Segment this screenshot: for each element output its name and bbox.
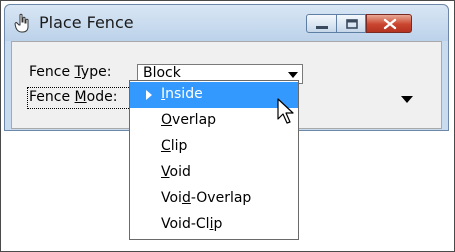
option-overlap[interactable]: Overlap <box>130 108 298 134</box>
maximize-button[interactable] <box>336 14 366 33</box>
minimize-button[interactable] <box>306 14 337 33</box>
chevron-down-icon <box>288 72 298 78</box>
mouse-cursor-icon <box>277 98 294 124</box>
minimize-icon <box>316 26 328 29</box>
hand-pointer-icon <box>14 13 29 33</box>
option-label: Void <box>161 164 191 180</box>
fence-mode-dropdown-list: Inside Overlap Clip Void Void-Overlap Vo… <box>129 80 299 240</box>
option-label: Overlap <box>161 112 217 128</box>
close-button[interactable] <box>366 14 412 33</box>
option-void[interactable]: Void <box>130 160 298 186</box>
fence-mode-label-pre: Fence <box>29 89 75 105</box>
fence-type-label-pre: Fence <box>29 64 75 80</box>
option-void-overlap[interactable]: Void-Overlap <box>130 186 298 212</box>
option-inside[interactable]: Inside <box>130 82 298 108</box>
fence-type-label: Fence Type: <box>29 64 111 80</box>
maximize-icon <box>346 19 358 29</box>
close-icon <box>383 18 397 30</box>
option-label: Clip <box>161 138 188 154</box>
title-bar[interactable]: Place Fence <box>5 5 448 41</box>
window-title: Place Fence <box>39 13 134 32</box>
option-clip[interactable]: Clip <box>130 134 298 160</box>
fence-mode-dropdown-arrow-icon[interactable] <box>401 96 413 103</box>
option-label: Inside <box>161 86 203 102</box>
option-label: Void-Clip <box>161 216 223 232</box>
fence-type-value: Block <box>143 65 181 81</box>
selected-arrow-icon <box>146 90 152 100</box>
option-label: Void-Overlap <box>161 190 252 206</box>
fence-mode-label-mnemonic: M <box>74 89 87 105</box>
screenshot-frame: Place Fence Fence Type: Block Fence Mode… <box>0 0 455 252</box>
fence-mode-label-post: ode: <box>86 89 118 105</box>
fence-mode-label: Fence Mode: <box>29 89 117 105</box>
option-void-clip[interactable]: Void-Clip <box>130 212 298 238</box>
fence-type-label-post: ype: <box>80 64 112 80</box>
